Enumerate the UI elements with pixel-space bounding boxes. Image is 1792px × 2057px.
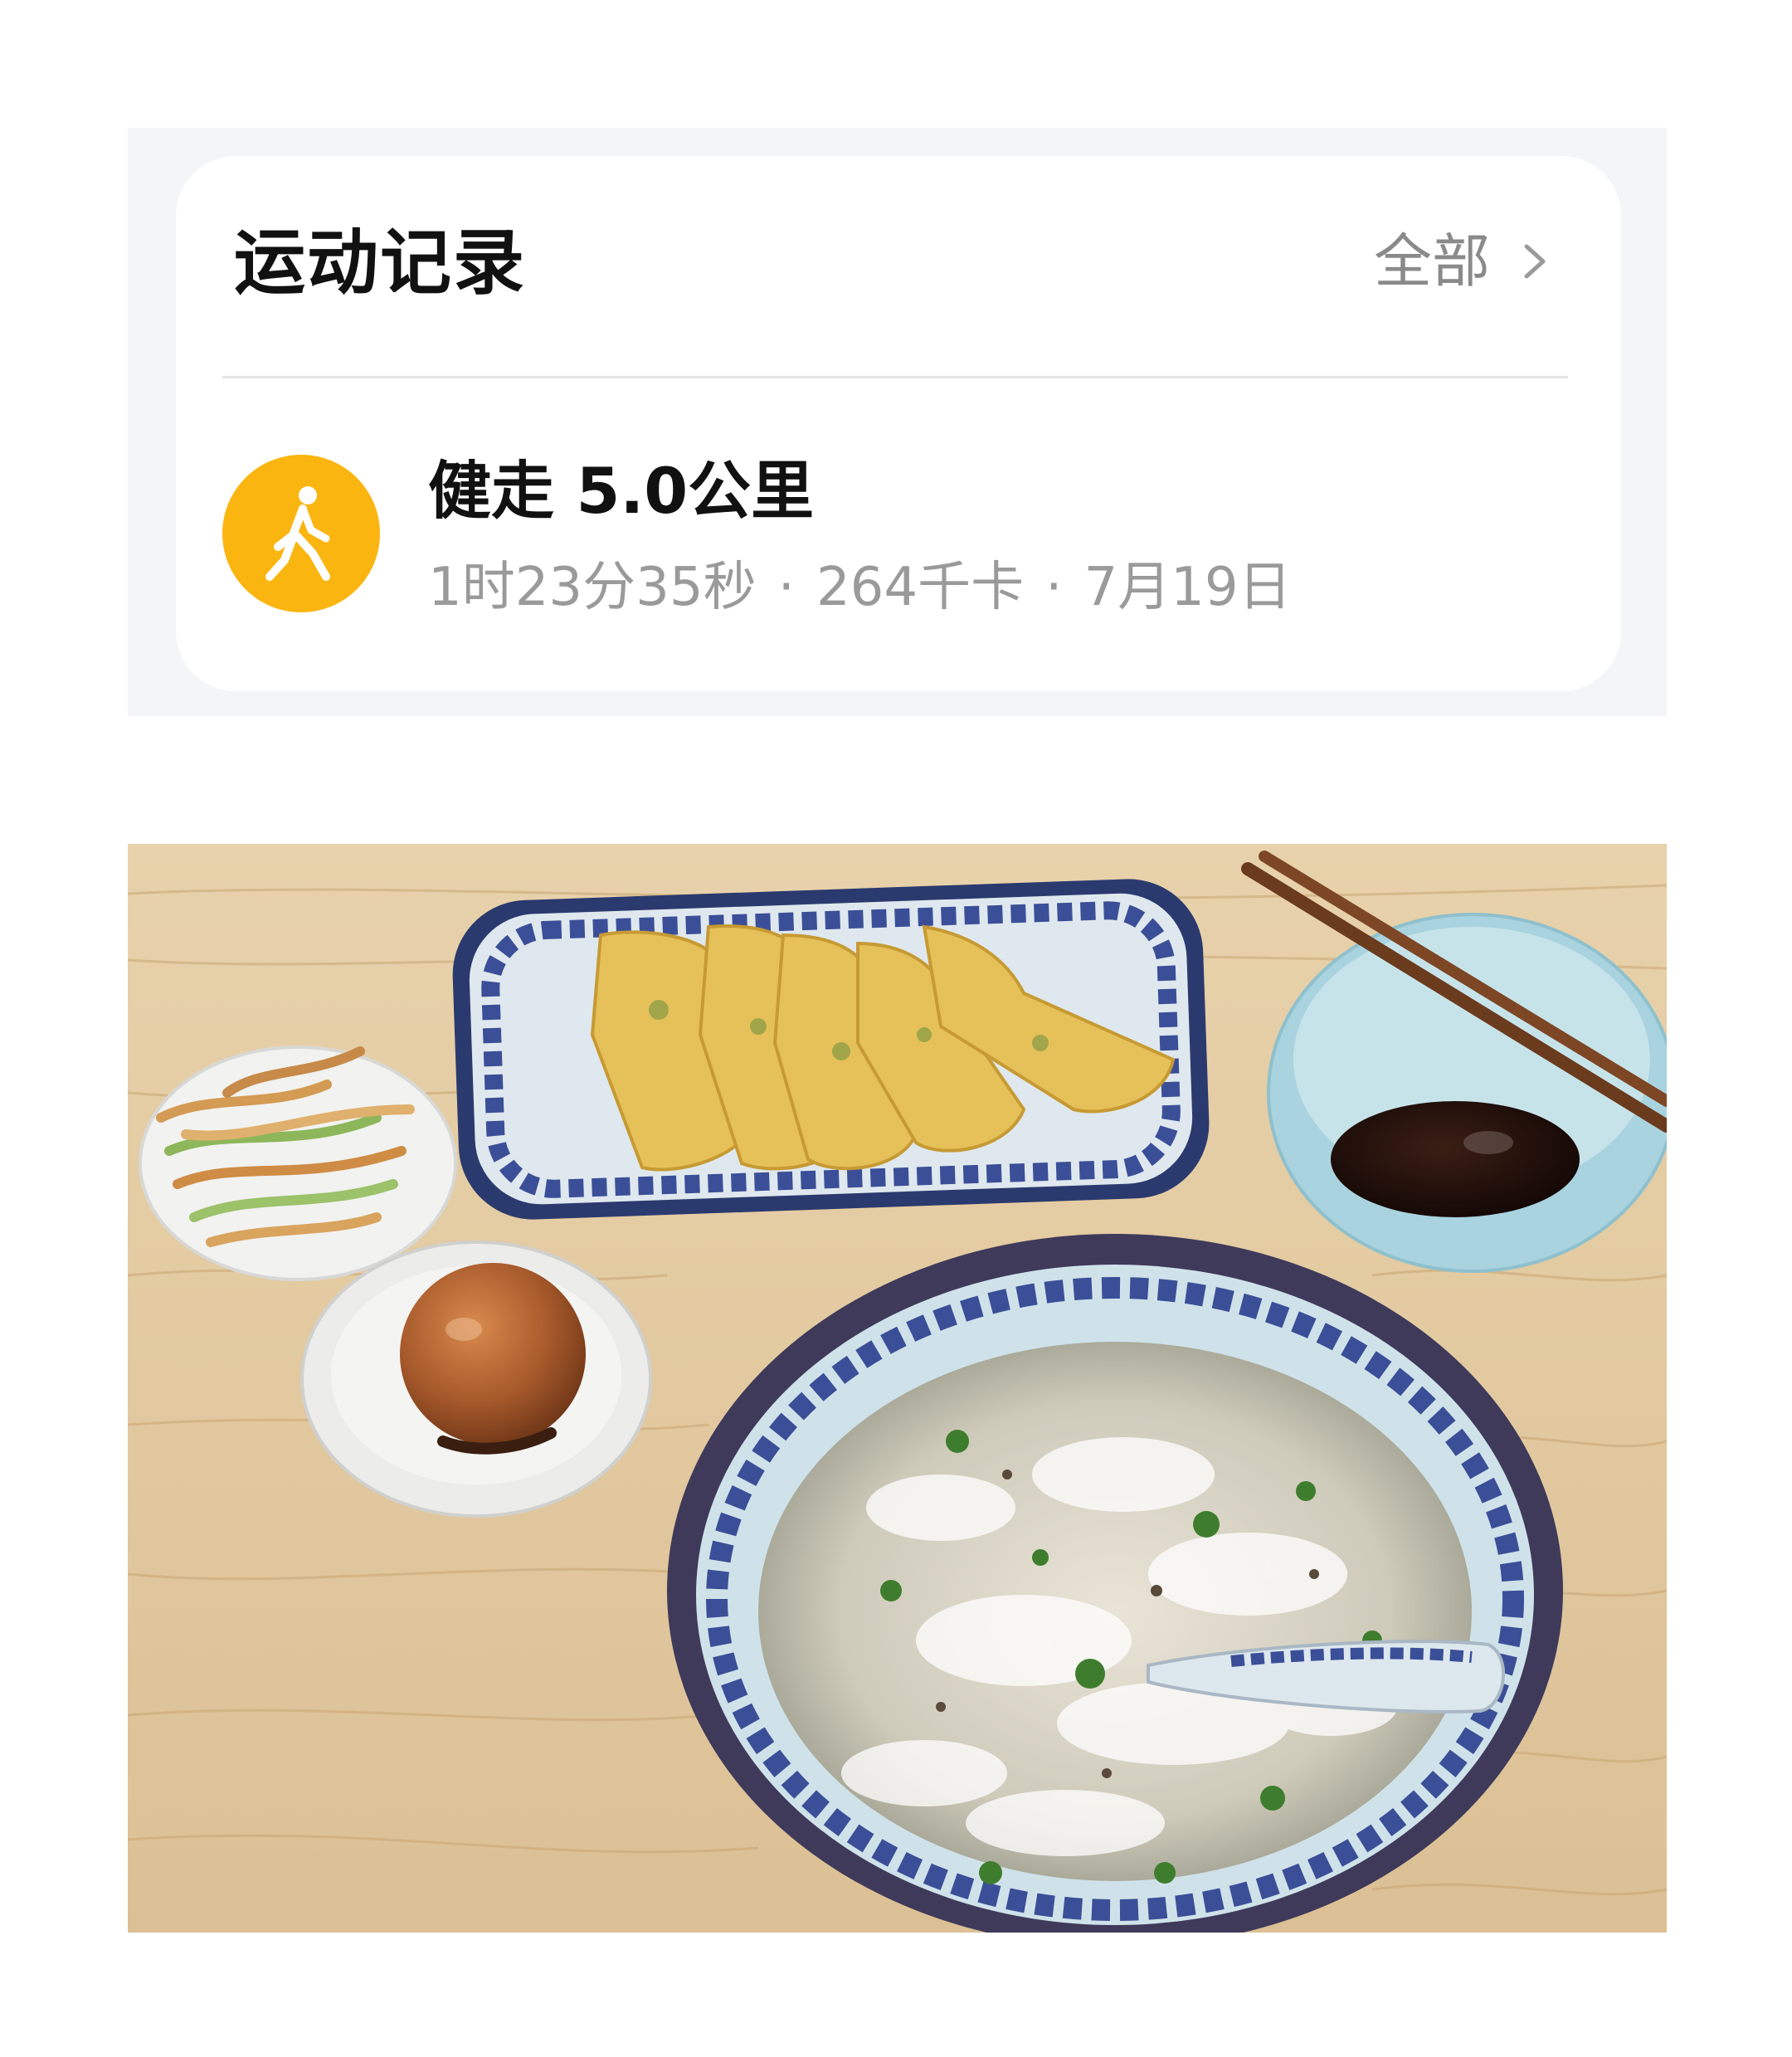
record-calories: 264千卡 [816,557,1025,618]
walking-person-icon [265,486,330,581]
chevron-right-icon [1523,243,1546,280]
divider [222,376,1568,378]
activity-avatar [222,455,380,612]
record-date: 7月19日 [1083,557,1292,618]
soup-bowl [667,1234,1563,1933]
dumpling-plate [452,879,1210,1220]
record-duration: 1时23分35秒 [428,557,757,618]
exercise-record-item[interactable]: 健走 5.0公里 1时23分35秒 · 264千卡 · 7月19日 [222,455,1568,621]
pickles-dish [139,1046,457,1281]
record-title: 健走 5.0公里 [428,454,815,528]
record-meta: 1时23分35秒 · 264千卡 · 7月19日 [428,561,1292,614]
page: 运动记录 全部 健走 5.0公里 1时23分35秒 · 264千卡 · 7月19… [0,0,1792,2057]
tea-egg-dish [300,1241,652,1518]
view-all-link[interactable]: 全部 [1374,232,1546,290]
exercise-records-card: 运动记录 全部 健走 5.0公里 1时23分35秒 · 264千卡 · 7月19… [176,156,1621,691]
tea-egg [400,1263,586,1445]
separator-dot: · [777,557,795,618]
view-all-label: 全部 [1374,227,1490,295]
food-photo [128,844,1667,1933]
food-photo-illustration [128,844,1667,1933]
card-title: 运动记录 [234,222,526,305]
separator-dot: · [1045,557,1063,618]
